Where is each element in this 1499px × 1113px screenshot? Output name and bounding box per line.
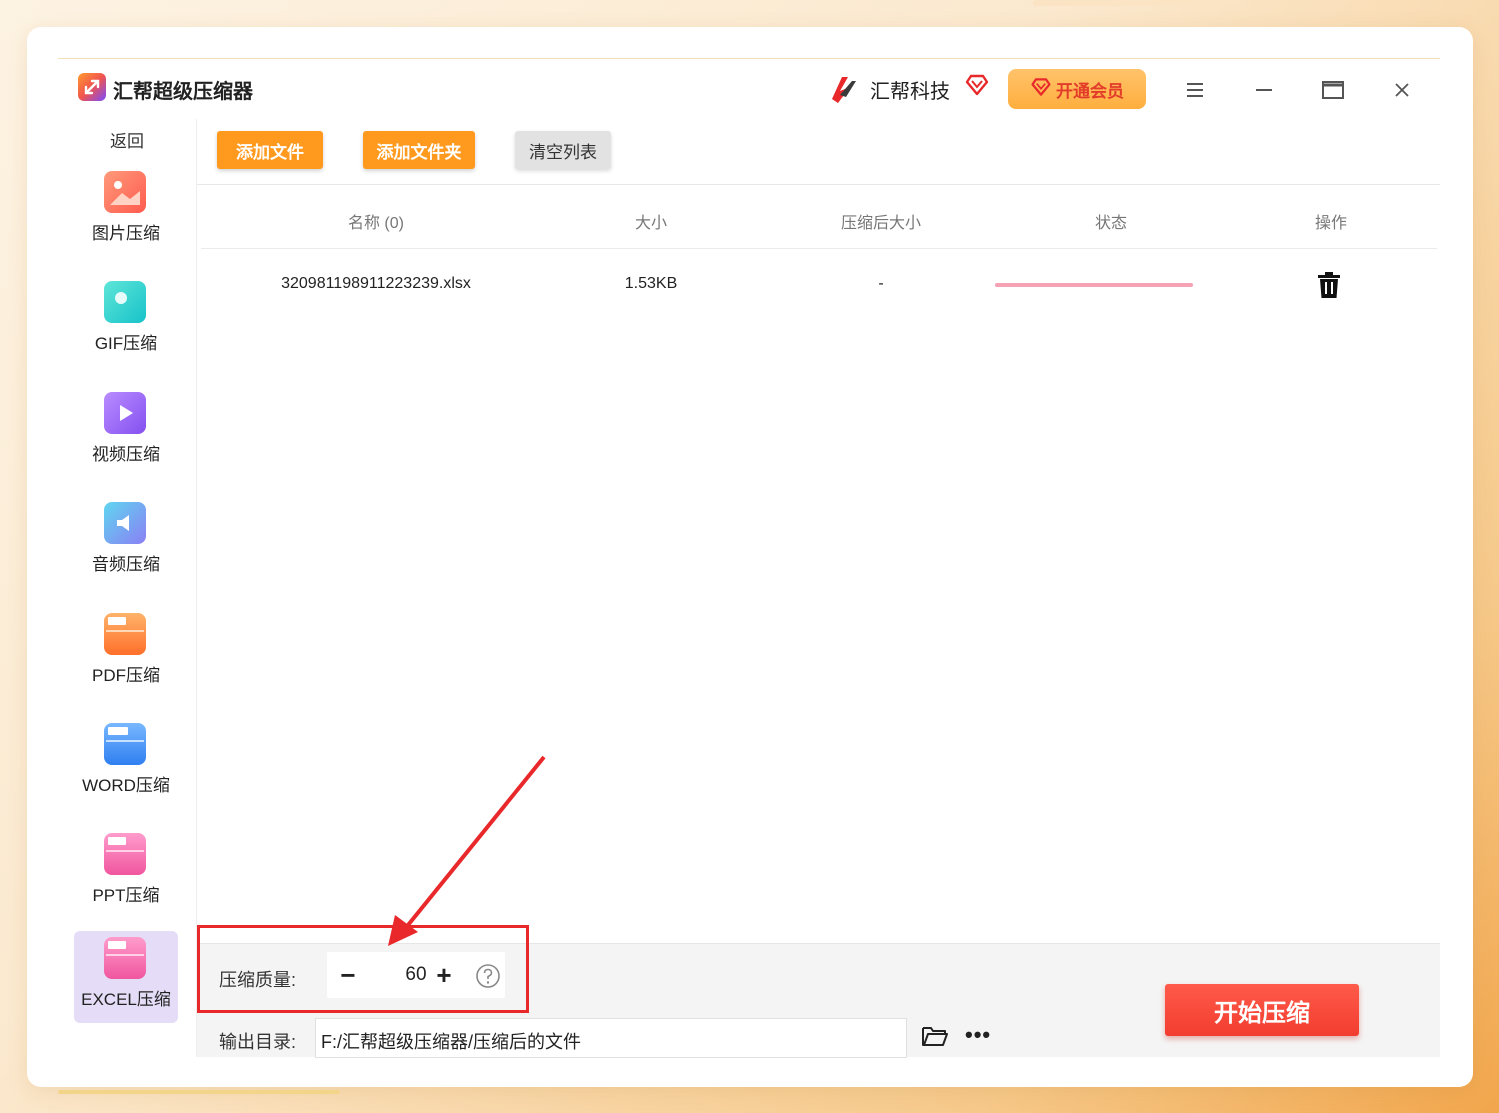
output-label: 输出目录: — [219, 1032, 297, 1052]
menu-icon[interactable] — [1180, 75, 1210, 105]
toolbar: 添加文件 添加文件夹 清空列表 — [197, 119, 1440, 185]
sidebar-item-label: 视频压缩 — [92, 445, 160, 464]
main-panel: 添加文件 添加文件夹 清空列表 名称 (0) 大小 压缩后大小 状态 操作 32… — [196, 119, 1440, 1058]
table-header: 名称 (0) 大小 压缩后大小 状态 操作 — [201, 187, 1437, 249]
app-logo-icon — [78, 73, 106, 101]
word-icon — [104, 723, 146, 765]
output-path-field[interactable]: F:/汇帮超级压缩器/压缩后的文件 — [315, 1018, 907, 1058]
background-decoration — [1033, 0, 1243, 6]
column-size: 大小 — [634, 215, 667, 232]
sidebar-item-label: 图片压缩 — [92, 224, 160, 243]
progress-bar — [995, 283, 1193, 287]
brand-name: 汇帮科技 — [870, 81, 950, 103]
column-status: 状态 — [1094, 215, 1127, 232]
gem-icon — [1030, 76, 1052, 103]
heart-gem-icon — [964, 72, 990, 103]
app-title: 汇帮超级压缩器 — [113, 81, 253, 103]
more-options-icon[interactable]: ••• — [965, 1022, 991, 1048]
sidebar: 返回 图片压缩 GIF压缩 视频压缩 音频压缩 PDF压缩 WORD压缩 PPT… — [58, 119, 194, 1057]
delete-icon[interactable] — [1317, 271, 1341, 304]
video-icon — [104, 392, 146, 434]
start-compress-button[interactable]: 开始压缩 — [1165, 984, 1359, 1036]
sidebar-item-gif[interactable]: GIF压缩 — [74, 275, 178, 367]
back-link[interactable]: 返回 — [110, 127, 144, 152]
sidebar-item-label: PDF压缩 — [92, 666, 160, 685]
sidebar-item-pdf[interactable]: PDF压缩 — [74, 607, 178, 699]
app-window: 汇帮超级压缩器 汇帮科技 开通会员 返回 图片压缩 GIF压缩 视频压缩 音频压… — [58, 58, 1440, 1058]
sidebar-item-video[interactable]: 视频压缩 — [74, 386, 178, 478]
sidebar-item-label: EXCEL压缩 — [81, 990, 171, 1009]
sidebar-item-audio[interactable]: 音频压缩 — [74, 496, 178, 588]
sidebar-item-ppt[interactable]: PPT压缩 — [74, 827, 178, 919]
sidebar-item-excel[interactable]: EXCEL压缩 — [74, 931, 178, 1023]
minimize-icon[interactable] — [1249, 75, 1279, 105]
audio-icon — [104, 502, 146, 544]
folder-icon[interactable] — [921, 1024, 949, 1053]
sidebar-item-word[interactable]: WORD压缩 — [74, 717, 178, 809]
annotation-highlight-box — [197, 925, 529, 1013]
compressed-size: - — [878, 275, 884, 292]
gif-icon — [104, 281, 146, 323]
image-icon — [104, 171, 146, 213]
table-row[interactable]: 320981198911223239.xlsx 1.53KB - — [201, 249, 1437, 321]
pdf-icon — [104, 613, 146, 655]
excel-icon — [104, 937, 146, 979]
sidebar-item-label: PPT压缩 — [92, 886, 160, 905]
sidebar-item-image[interactable]: 图片压缩 — [74, 165, 178, 257]
column-action: 操作 — [1314, 215, 1347, 232]
clear-list-button[interactable]: 清空列表 — [515, 131, 611, 169]
column-compressed-size: 压缩后大小 — [840, 215, 921, 232]
add-file-button[interactable]: 添加文件 — [217, 131, 323, 169]
close-icon[interactable] — [1387, 75, 1417, 105]
column-name: 名称 (0) — [347, 215, 404, 232]
file-size: 1.53KB — [624, 275, 678, 292]
ppt-icon — [104, 833, 146, 875]
vip-button[interactable]: 开通会员 — [1008, 69, 1146, 109]
background-decoration-line — [58, 1090, 340, 1094]
progress-fill — [995, 283, 1193, 287]
sidebar-item-label: 音频压缩 — [92, 555, 160, 574]
add-folder-button[interactable]: 添加文件夹 — [363, 131, 475, 169]
sidebar-item-label: WORD压缩 — [82, 776, 170, 795]
brand-logo-icon — [826, 73, 860, 110]
sidebar-item-label: GIF压缩 — [94, 334, 158, 353]
vip-label: 开通会员 — [1056, 81, 1124, 101]
title-bar: 汇帮超级压缩器 汇帮科技 开通会员 — [58, 59, 1440, 119]
maximize-icon[interactable] — [1318, 75, 1348, 105]
file-name: 320981198911223239.xlsx — [281, 275, 471, 292]
